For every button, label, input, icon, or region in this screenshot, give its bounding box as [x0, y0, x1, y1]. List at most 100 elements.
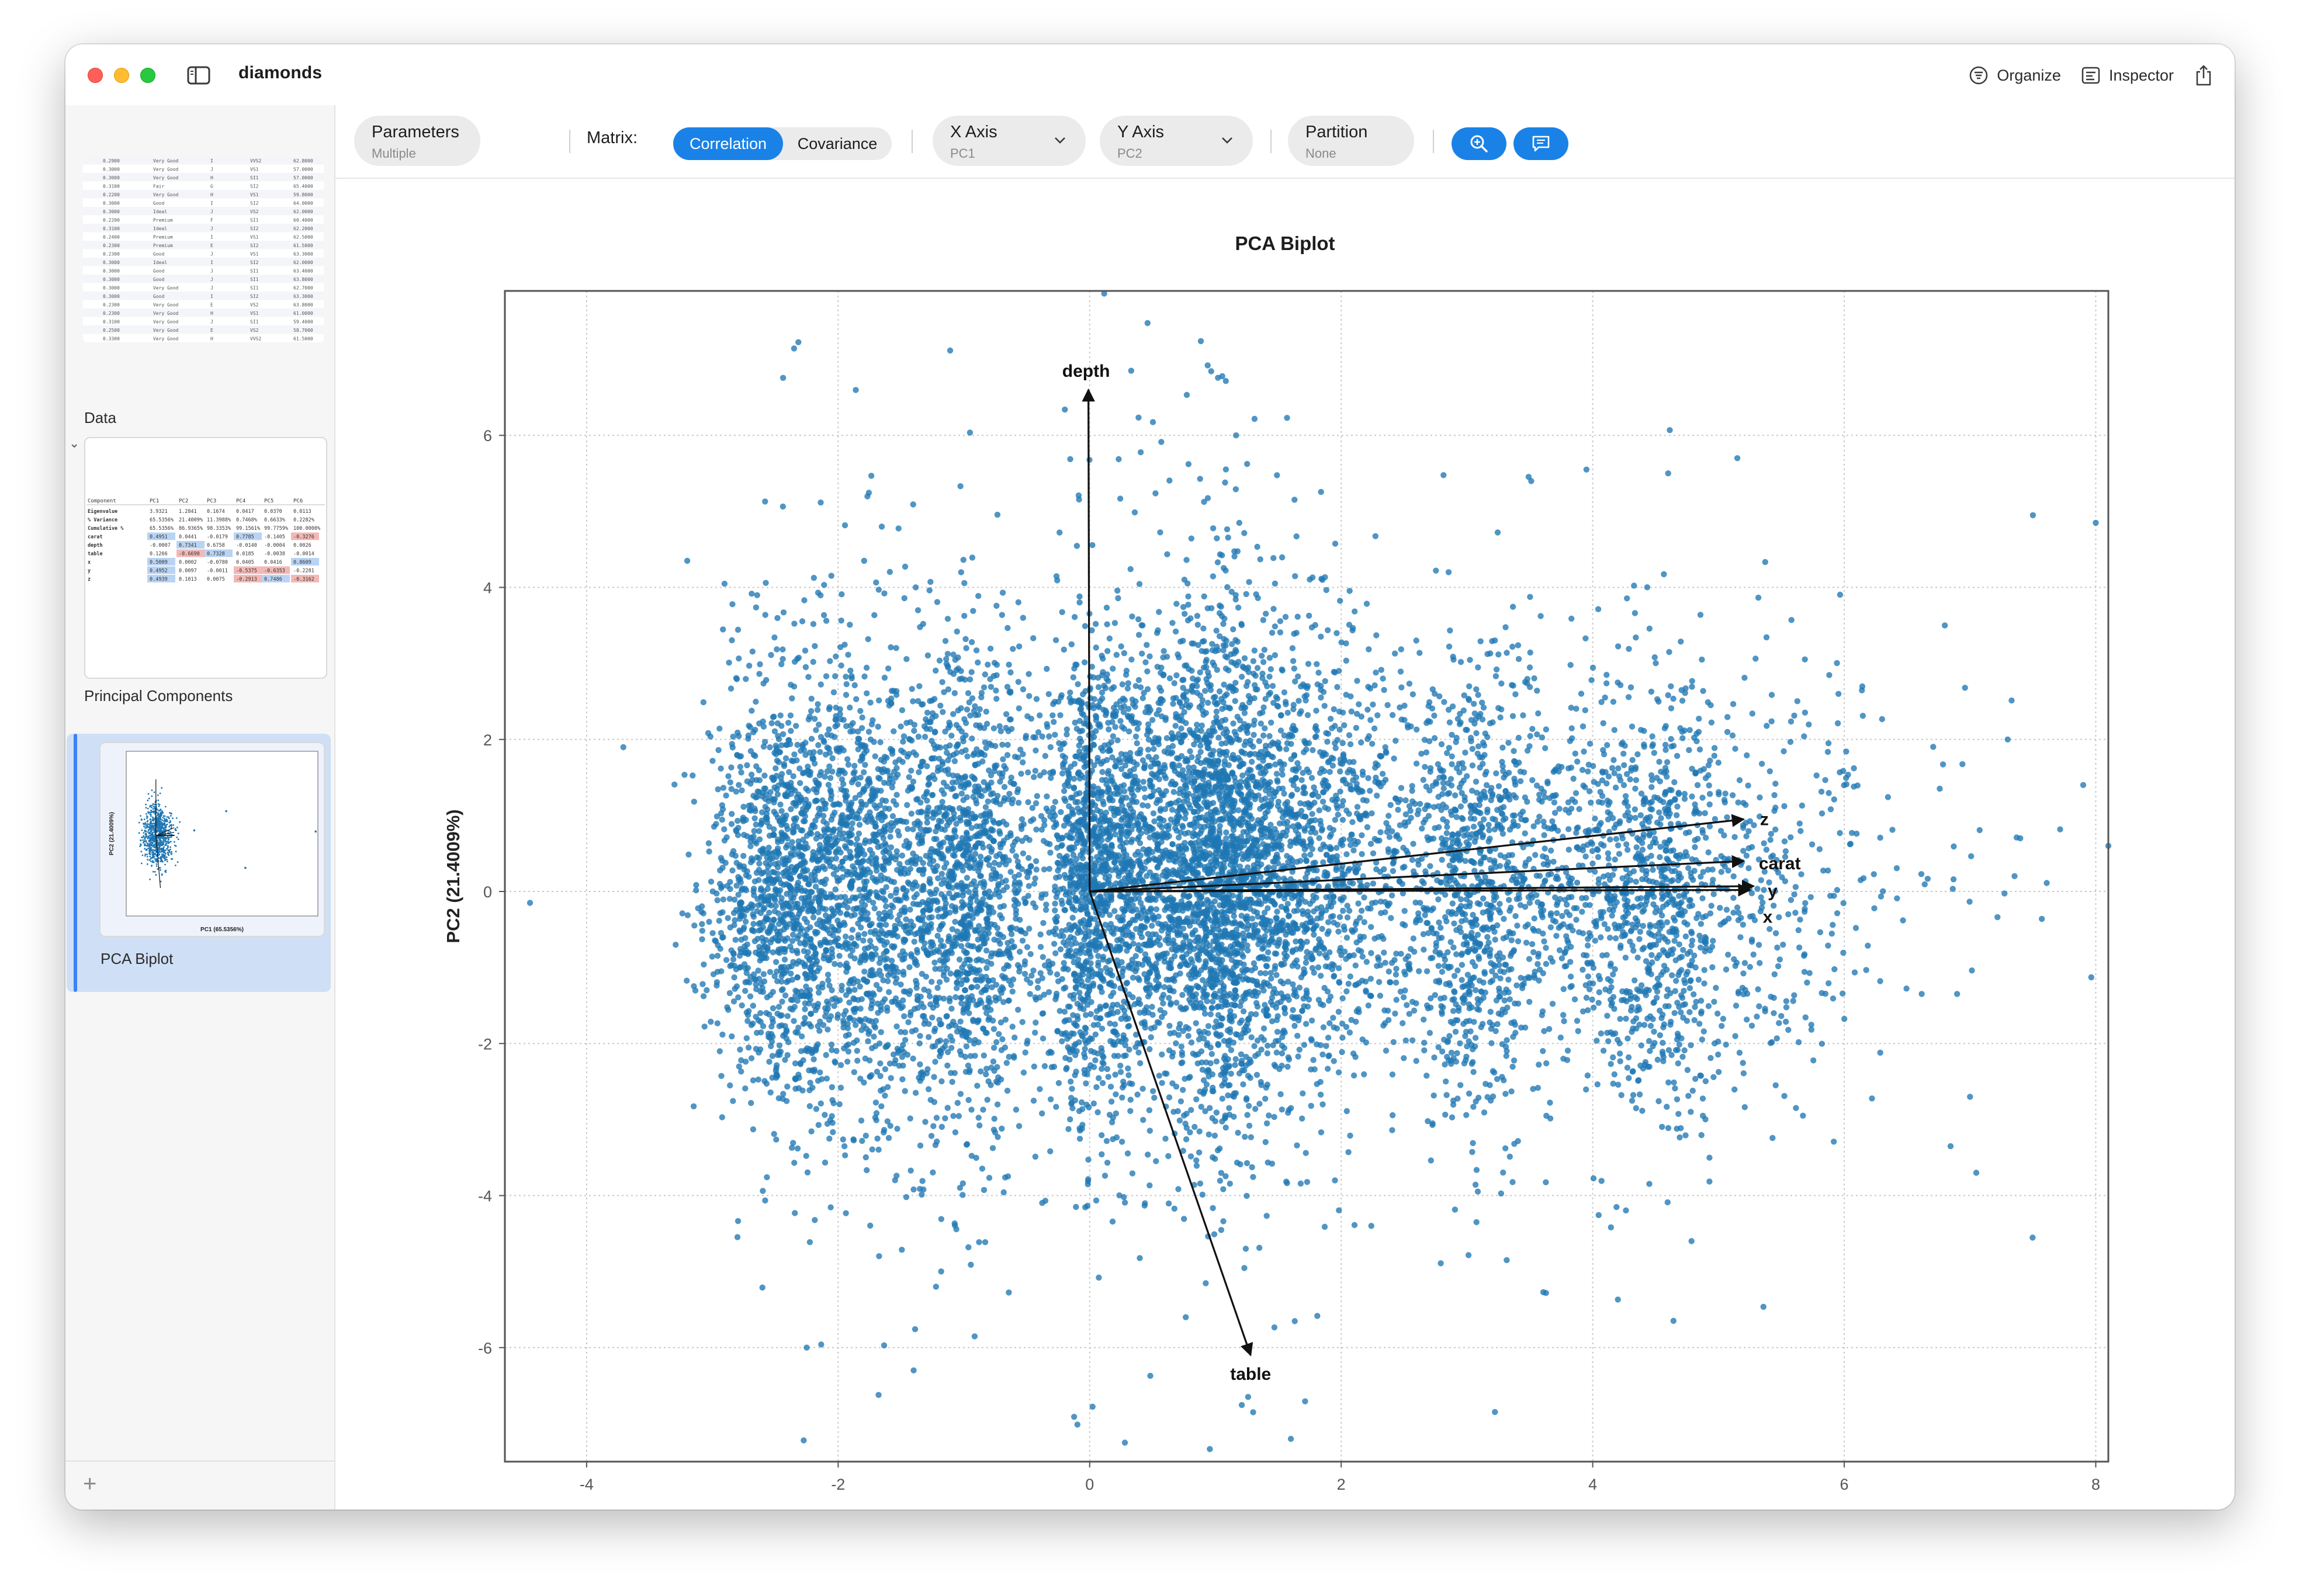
data-point: [745, 1045, 752, 1051]
data-point: [981, 1186, 988, 1193]
data-point: [957, 1018, 964, 1025]
organize-button[interactable]: Organize: [1969, 65, 2061, 85]
data-point: [785, 1039, 792, 1046]
data-point: [801, 915, 808, 922]
data-point: [802, 1006, 808, 1012]
data-cell: SI1: [250, 320, 259, 325]
data-point: [742, 935, 749, 942]
sidebar-item-principal-components-thumbnail[interactable]: Component PC1 PC2 PC3 PC4 PC5 PC6 Eigenvalue 3.9…: [84, 437, 327, 679]
share-button[interactable]: [2194, 64, 2214, 87]
zoom-window-button[interactable]: [140, 68, 155, 83]
data-point: [1040, 1035, 1047, 1042]
data-point: [1013, 853, 1020, 859]
data-point: [971, 707, 978, 714]
data-point: [990, 837, 997, 844]
data-point: [827, 658, 833, 664]
data-point: [1052, 907, 1058, 914]
data-point: [993, 602, 1000, 609]
data-point: [815, 1023, 821, 1029]
sidebar-item-label-principal-components[interactable]: Principal Components: [84, 687, 233, 705]
data-point: [949, 926, 956, 932]
data-point: [907, 1115, 913, 1122]
data-point: [1016, 872, 1023, 878]
data-point: [882, 1066, 889, 1073]
pca-biplot-chart[interactable]: depthtablezcaratyx-4-202468-6-4-20246PC1…: [335, 179, 2235, 1510]
data-point: [999, 1125, 1005, 1132]
data-point: [893, 765, 900, 771]
data-point: [857, 1018, 864, 1025]
data-point: [841, 921, 848, 928]
sidebar-item-label-pca-biplot[interactable]: PCA Biplot: [101, 950, 173, 968]
data-point: [983, 964, 990, 972]
data-point: [949, 1078, 955, 1085]
data-point: [748, 1099, 754, 1106]
data-point: [907, 906, 913, 913]
data-cell: Premium: [153, 218, 173, 223]
data-point: [850, 1039, 857, 1046]
data-point: [992, 743, 999, 750]
data-point: [808, 735, 815, 742]
mini-point: [166, 861, 168, 863]
zoom-tool-button[interactable]: [1452, 127, 1506, 160]
data-point: [819, 892, 825, 899]
data-cell: 0.3000: [103, 277, 120, 282]
data-cell: SI2: [250, 260, 259, 265]
data-point: [903, 656, 910, 662]
data-point: [753, 1029, 760, 1036]
data-point: [818, 499, 824, 506]
sidebar-item-label-data[interactable]: Data: [84, 409, 116, 427]
add-item-button[interactable]: +: [83, 1472, 96, 1496]
data-point: [961, 935, 968, 942]
data-point: [796, 765, 803, 772]
data-point: [873, 1110, 880, 1116]
sidebar-item-data-thumbnail[interactable]: 0.2900 Very Good I VVS2 62.8000 0.3000 Very Go…: [83, 157, 324, 344]
partition-button[interactable]: Partition None: [1288, 116, 1414, 166]
data-cell: VS1: [250, 311, 259, 316]
data-point: [984, 1097, 990, 1103]
data-point: [878, 523, 885, 530]
data-point: [850, 776, 857, 783]
sidebar-toggle-button[interactable]: [180, 60, 217, 91]
data-point: [939, 679, 945, 685]
mini-point: [160, 869, 161, 871]
data-point: [965, 942, 971, 949]
data-point: [819, 806, 825, 813]
sidebar-item-pca-biplot-thumbnail[interactable]: PC1 (65.5356%) PC2 (21.4009%): [99, 742, 325, 937]
data-point: [783, 911, 789, 917]
data-point: [872, 1043, 879, 1050]
mini-point: [162, 812, 164, 814]
y-axis-dropdown[interactable]: Y Axis PC2: [1100, 116, 1253, 166]
matrix-option-covariance[interactable]: Covariance: [783, 127, 892, 160]
data-point: [925, 782, 931, 788]
data-point: [751, 892, 757, 898]
x-axis-dropdown[interactable]: X Axis PC1: [933, 116, 1086, 166]
comment-button[interactable]: [1513, 127, 1568, 160]
data-point: [857, 1075, 864, 1082]
data-point: [861, 931, 868, 937]
mini-point: [151, 833, 153, 835]
data-point: [756, 861, 763, 867]
data-point: [802, 887, 808, 894]
data-point: [1005, 948, 1012, 955]
data-point: [976, 864, 983, 870]
data-point: [947, 347, 954, 354]
data-point: [932, 1025, 938, 1032]
close-window-button[interactable]: [88, 68, 103, 83]
data-point: [901, 866, 908, 872]
mini-point: [161, 810, 164, 812]
data-cell: Good: [153, 252, 164, 257]
mini-point: [174, 841, 175, 843]
inspector-button[interactable]: Inspector: [2081, 65, 2174, 85]
data-point: [834, 1011, 841, 1018]
parameters-button[interactable]: Parameters Multiple: [354, 116, 480, 166]
data-point: [972, 851, 979, 857]
chevron-down-icon[interactable]: ⌄: [69, 436, 79, 451]
chart-area[interactable]: PCA Biplot depth table z carat y x -4 -2 0 2 4 6 8 -6…: [335, 179, 2235, 1510]
mini-point: [168, 837, 171, 838]
data-point: [823, 917, 830, 924]
data-point: [709, 953, 715, 960]
matrix-option-correlation[interactable]: Correlation: [673, 127, 783, 160]
data-point: [783, 823, 790, 829]
data-point: [803, 1153, 809, 1159]
minimize-window-button[interactable]: [114, 68, 129, 83]
